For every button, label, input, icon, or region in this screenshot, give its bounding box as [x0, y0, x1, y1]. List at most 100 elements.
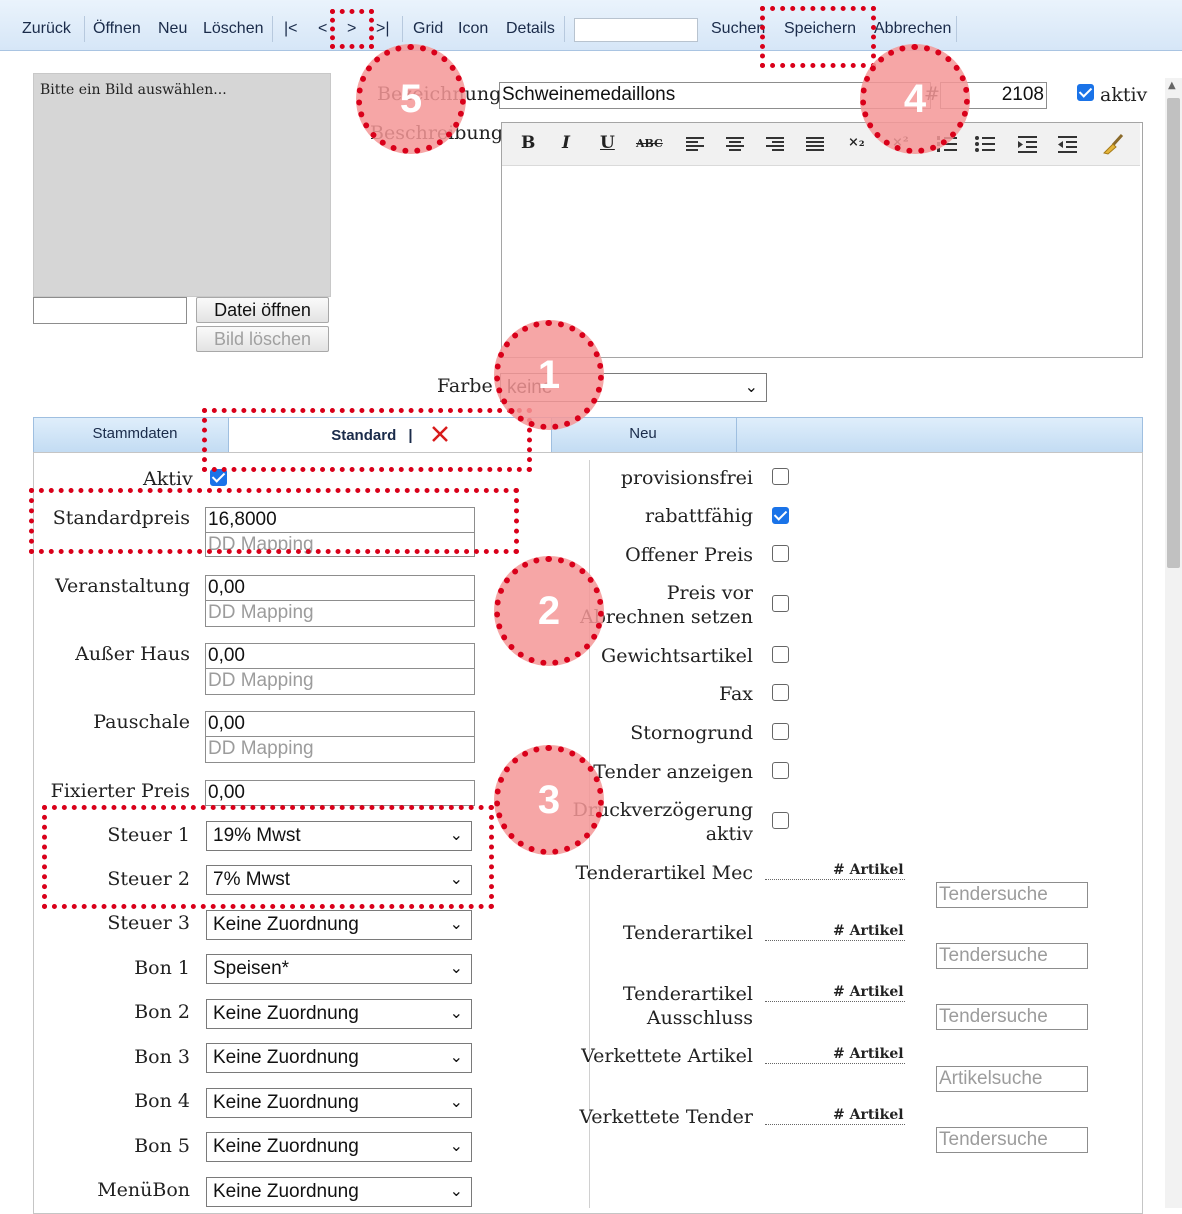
strikethrough-button[interactable]: ABC [636, 137, 663, 150]
open-button[interactable]: Öffnen [93, 20, 141, 38]
delete-button[interactable]: Löschen [203, 20, 264, 38]
last-record-button[interactable]: >| [376, 20, 390, 38]
dd-mapping-input[interactable]: DD Mapping [205, 601, 475, 627]
select-value: Keine Zuordnung [213, 914, 359, 935]
druckverzoegerung-checkbox[interactable] [772, 812, 789, 829]
bon-select[interactable]: Keine Zuordnung ⌄ [206, 1088, 472, 1118]
tab-bar: Stammdaten Standard | Neu [33, 417, 1143, 453]
editor-toolbar: B I U ABC ×₂ ×² [502, 123, 1140, 166]
italic-button[interactable]: I [562, 133, 570, 153]
select-value: Keine Zuordnung [213, 1092, 359, 1113]
rabattfaehig-checkbox[interactable] [772, 507, 789, 524]
article-search-input[interactable]: Artikelsuche [936, 1066, 1088, 1092]
chevron-down-icon: ⌄ [449, 1005, 463, 1022]
active-checkbox[interactable] [1077, 84, 1094, 101]
toolbar-separator [272, 16, 273, 42]
scroll-up-icon[interactable]: ▲ [1168, 80, 1176, 91]
price-input[interactable]: 0,00 [205, 575, 475, 601]
dd-mapping-input[interactable]: DD Mapping [205, 669, 475, 695]
tender-search-input[interactable]: Tendersuche [936, 943, 1088, 969]
tender-search-input[interactable]: Tendersuche [936, 1127, 1088, 1153]
tender-search-input[interactable]: Tendersuche [936, 882, 1088, 908]
search-button[interactable]: Suchen [711, 20, 765, 38]
option-label: Gewichtsartikel [601, 645, 753, 667]
select-value: Speisen* [213, 958, 290, 979]
delete-image-button[interactable]: Bild löschen [196, 326, 329, 352]
cancel-button[interactable]: Abbrechen [874, 20, 951, 38]
select-label: Bon 3 [134, 1046, 190, 1068]
toolbar: Zurück Öffnen Neu Löschen |< < > >| Grid… [0, 0, 1182, 51]
image-preview[interactable]: Bitte ein Bild auswählen... [33, 73, 331, 297]
tab-neu[interactable]: Neu [550, 418, 737, 452]
annotation-box [330, 9, 374, 49]
price-label: Fixierter Preis [50, 780, 190, 802]
tax-select[interactable]: Keine Zuordnung ⌄ [206, 910, 472, 940]
annotation-marker: 4 [860, 44, 970, 154]
offener-preis-checkbox[interactable] [772, 545, 789, 562]
select-value: Keine Zuordnung [213, 1003, 359, 1024]
previous-record-button[interactable]: < [318, 20, 327, 38]
align-justify-icon[interactable] [804, 135, 826, 153]
grid-view-button[interactable]: Grid [413, 20, 443, 38]
indent-icon[interactable] [1016, 134, 1038, 154]
select-label: Bon 2 [134, 1001, 190, 1023]
tender-list-line [765, 879, 905, 880]
option-label: Fax [719, 683, 753, 705]
align-left-icon[interactable] [684, 135, 706, 153]
file-path-input[interactable] [33, 297, 187, 324]
select-label: Bon 4 [134, 1090, 190, 1112]
bon-select[interactable]: Keine Zuordnung ⌄ [206, 999, 472, 1029]
annotation-box [202, 408, 532, 472]
price-input[interactable]: 0,00 [205, 643, 475, 669]
tab-stammdaten[interactable]: Stammdaten [42, 418, 228, 452]
price-input[interactable]: 0,00 [205, 711, 475, 737]
tender-label: Tenderartikel Mec [575, 862, 753, 884]
annotation-marker: 2 [494, 556, 604, 666]
new-button[interactable]: Neu [158, 20, 187, 38]
bold-button[interactable]: B [521, 133, 535, 153]
preis-vor-abrechnen-checkbox[interactable] [772, 595, 789, 612]
bon-select[interactable]: Speisen* ⌄ [206, 954, 472, 984]
search-input[interactable] [574, 18, 698, 42]
image-placeholder-text: Bitte ein Bild auswählen... [40, 82, 227, 98]
select-value: Keine Zuordnung [213, 1136, 359, 1157]
details-view-button[interactable]: Details [506, 20, 555, 38]
price-input[interactable]: 0,00 [205, 780, 475, 806]
subscript-button[interactable]: ×₂ [848, 135, 865, 150]
gewichtsartikel-checkbox[interactable] [772, 646, 789, 663]
underline-button[interactable]: U [600, 133, 615, 153]
bon-select[interactable]: Keine Zuordnung ⌄ [206, 1132, 472, 1162]
align-center-icon[interactable] [724, 135, 746, 153]
bon-select[interactable]: Keine Zuordnung ⌄ [206, 1043, 472, 1073]
provisionsfrei-checkbox[interactable] [772, 468, 789, 485]
icon-view-button[interactable]: Icon [458, 20, 488, 38]
clear-format-icon[interactable] [1100, 133, 1126, 155]
price-label: Außer Haus [75, 643, 190, 665]
tender-list-line [765, 1124, 905, 1125]
outdent-icon[interactable] [1056, 134, 1078, 154]
color-label: Farbe [437, 375, 493, 397]
scrollbar-thumb[interactable] [1167, 98, 1180, 568]
tender-anzeigen-checkbox[interactable] [772, 762, 789, 779]
option-label: Offener Preis [625, 544, 753, 566]
option-label-line2: aktiv [705, 823, 753, 845]
option-label: Stornogrund [630, 722, 753, 744]
menubon-select[interactable]: Keine Zuordnung ⌄ [206, 1177, 472, 1207]
dd-mapping-input[interactable]: DD Mapping [205, 737, 475, 763]
tender-label: Verkettete Artikel [581, 1045, 753, 1067]
artikel-header: # Artikel [833, 984, 904, 1000]
unordered-list-icon[interactable] [974, 134, 996, 154]
stornogrund-checkbox[interactable] [772, 723, 789, 740]
first-record-button[interactable]: |< [284, 20, 298, 38]
select-label: Bon 5 [134, 1135, 190, 1157]
align-right-icon[interactable] [764, 135, 786, 153]
chevron-down-icon: ⌄ [449, 1183, 463, 1200]
tender-search-input[interactable]: Tendersuche [936, 1004, 1088, 1030]
back-button[interactable]: Zurück [22, 20, 71, 38]
chevron-down-icon: ⌄ [449, 1094, 463, 1111]
open-file-button[interactable]: Datei öffnen [196, 297, 329, 323]
select-label: Bon 1 [134, 957, 190, 979]
tender-label: Tenderartikel [622, 922, 753, 944]
fax-checkbox[interactable] [772, 684, 789, 701]
chevron-down-icon: ⌄ [449, 916, 463, 933]
